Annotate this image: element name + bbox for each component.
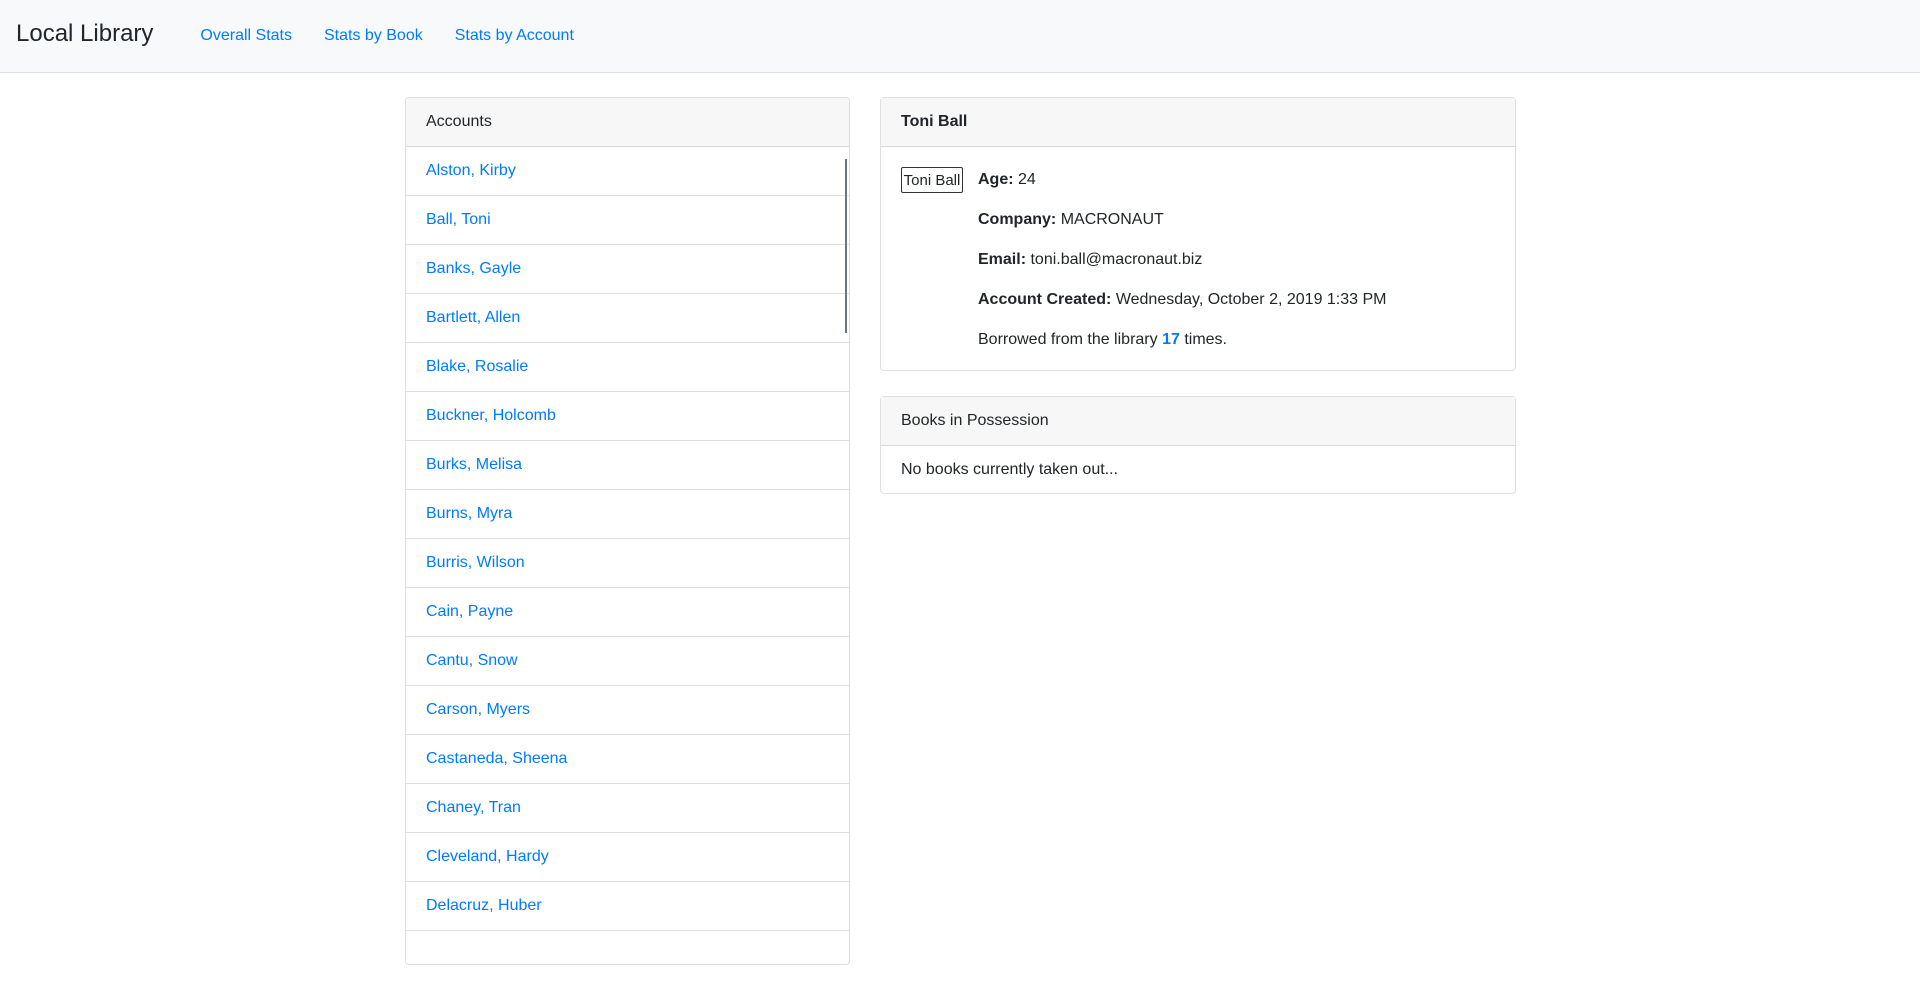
account-list-item[interactable]: Delacruz, Huber bbox=[406, 882, 849, 931]
account-list-item[interactable]: Cantu, Snow bbox=[406, 637, 849, 686]
borrowed-line: Borrowed from the library 17 times. bbox=[978, 329, 1387, 369]
nav-link-overall-stats[interactable]: Overall Stats bbox=[200, 27, 292, 45]
created-value: Wednesday, October 2, 2019 1:33 PM bbox=[1115, 291, 1387, 308]
company-label: Company: bbox=[978, 211, 1057, 228]
account-list-item[interactable]: Bartlett, Allen bbox=[406, 294, 849, 343]
accounts-header: Accounts bbox=[406, 98, 849, 147]
account-list-item[interactable]: Castaneda, Sheena bbox=[406, 735, 849, 784]
age-label: Age: bbox=[978, 171, 1014, 188]
account-detail-body: Toni Ball Age: 24 Company: MACRONAUT Ema… bbox=[881, 147, 1515, 371]
account-list-item[interactable]: Carson, Myers bbox=[406, 686, 849, 735]
brand-logo[interactable]: Local Library bbox=[16, 20, 153, 48]
account-list-item-partial[interactable] bbox=[406, 931, 849, 964]
borrowed-prefix: Borrowed from the library bbox=[978, 331, 1158, 348]
account-list-item[interactable]: Burks, Melisa bbox=[406, 441, 849, 490]
accounts-panel: Accounts Alston, Kirby Ball, Toni Banks,… bbox=[405, 97, 850, 965]
created-line: Account Created: Wednesday, October 2, 2… bbox=[978, 289, 1387, 329]
account-list-item[interactable]: Blake, Rosalie bbox=[406, 343, 849, 392]
account-detail-panel: Toni Ball Toni Ball Age: 24 Company: MAC… bbox=[880, 97, 1516, 371]
account-list-item[interactable]: Alston, Kirby bbox=[406, 147, 849, 196]
account-list-item[interactable]: Chaney, Tran bbox=[406, 784, 849, 833]
account-info: Age: 24 Company: MACRONAUT Email: toni.b… bbox=[978, 169, 1387, 369]
email-label: Email: bbox=[978, 251, 1027, 268]
account-list-item[interactable]: Ball, Toni bbox=[406, 196, 849, 245]
company-line: Company: MACRONAUT bbox=[978, 209, 1387, 249]
account-list-item[interactable]: Buckner, Holcomb bbox=[406, 392, 849, 441]
nav-link-stats-by-book[interactable]: Stats by Book bbox=[324, 27, 423, 45]
books-in-possession-panel: Books in Possession No books currently t… bbox=[880, 396, 1516, 494]
email-value: toni.ball@macronaut.biz bbox=[1030, 251, 1203, 268]
borrowed-count: 17 bbox=[1162, 331, 1180, 348]
created-label: Account Created: bbox=[978, 291, 1112, 308]
account-list-item[interactable]: Burns, Myra bbox=[406, 490, 849, 539]
borrowed-suffix: times. bbox=[1184, 331, 1227, 348]
account-detail-title: Toni Ball bbox=[881, 98, 1515, 147]
books-empty-message: No books currently taken out... bbox=[901, 461, 1118, 478]
account-list-item[interactable]: Burris, Wilson bbox=[406, 539, 849, 588]
account-list-item[interactable]: Cleveland, Hardy bbox=[406, 833, 849, 882]
accounts-list[interactable]: Alston, Kirby Ball, Toni Banks, Gayle Ba… bbox=[406, 147, 849, 964]
account-avatar: Toni Ball bbox=[901, 167, 963, 193]
top-navbar: Local Library Overall Stats Stats by Boo… bbox=[0, 0, 1920, 73]
age-value: 24 bbox=[1018, 171, 1036, 188]
nav-link-stats-by-account[interactable]: Stats by Account bbox=[455, 27, 574, 45]
accounts-scrollbar[interactable] bbox=[845, 159, 847, 333]
account-list-item[interactable]: Banks, Gayle bbox=[406, 245, 849, 294]
books-header: Books in Possession bbox=[881, 397, 1515, 446]
account-list-item[interactable]: Cain, Payne bbox=[406, 588, 849, 637]
age-line: Age: 24 bbox=[978, 169, 1387, 209]
email-line: Email: toni.ball@macronaut.biz bbox=[978, 249, 1387, 289]
company-value: MACRONAUT bbox=[1060, 211, 1164, 228]
